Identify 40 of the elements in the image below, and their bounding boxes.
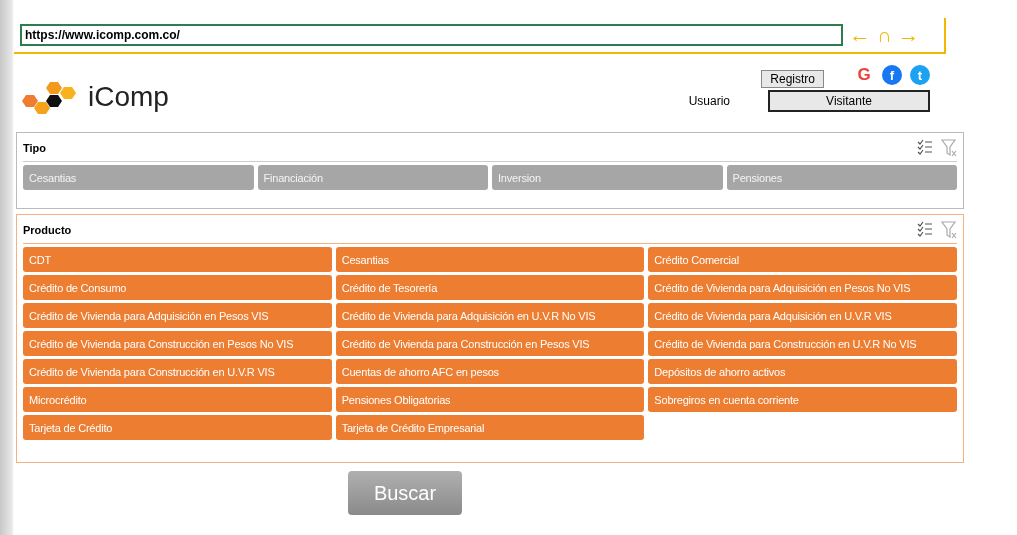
back-arrow-icon[interactable]: ←	[849, 24, 871, 46]
slicer-item[interactable]: Tarjeta de Crédito	[23, 415, 332, 440]
multi-select-icon[interactable]	[917, 221, 933, 237]
slicer-item[interactable]: Crédito de Vivienda para Construcción en Pesos VIS	[335, 331, 645, 356]
home-icon[interactable]: ∩	[877, 25, 892, 45]
slicer-item[interactable]: Cesantias	[23, 165, 254, 190]
slicer-item[interactable]: Pensiones	[726, 165, 957, 190]
slicer-item[interactable]: Crédito Comercial	[648, 247, 957, 272]
slicer-item[interactable]: Depósitos de ahorro activos	[648, 359, 957, 384]
slicer-item[interactable]: Crédito de Tesorería	[335, 275, 645, 300]
register-button[interactable]: Registro	[761, 70, 824, 88]
f-letter-icon[interactable]: f	[882, 65, 902, 85]
user-label: Usuario	[688, 94, 730, 108]
brand-name: iComp	[88, 81, 169, 113]
slicer-item[interactable]: Crédito de Vivienda para Construcción en U.V.R No VIS	[648, 331, 957, 356]
slicer-item[interactable]: Sobregiros en cuenta corriente	[648, 387, 957, 412]
slicer-item[interactable]: Microcrédito	[23, 387, 332, 412]
search-button[interactable]: Buscar	[348, 471, 462, 515]
url-field[interactable]: https://www.icomp.com.co/	[20, 24, 843, 46]
slicer-item[interactable]: Crédito de Vivienda para Adquisición en U.V.R No VIS	[335, 303, 645, 328]
slicer-item[interactable]: Crédito de Vivienda para Adquisición en U.V.R VIS	[648, 303, 957, 328]
slicer-title: Tipo	[23, 142, 46, 154]
user-field: Visitante	[768, 90, 930, 112]
slicer-item[interactable]: Pensiones Obligatorias	[335, 387, 645, 412]
g-letter-icon[interactable]: G	[854, 65, 874, 85]
slicer-item[interactable]: Crédito de Vivienda para Adquisición en Pesos No VIS	[648, 275, 957, 300]
slicer-item[interactable]: Financiación	[257, 165, 488, 190]
slicer-item[interactable]: Crédito de Vivienda para Construcción en U.V.R VIS	[23, 359, 332, 384]
slicer-item[interactable]: Crédito de Consumo	[23, 275, 332, 300]
slicer-item[interactable]: Tarjeta de Crédito Empresarial	[335, 415, 645, 440]
slicer-item[interactable]: CDT	[23, 247, 332, 272]
slicer-title: Producto	[23, 224, 72, 236]
slicer-item[interactable]: Cesantias	[335, 247, 645, 272]
slicer-item[interactable]: Crédito de Vivienda para Construcción en Pesos No VIS	[23, 331, 332, 356]
forward-arrow-icon[interactable]: →	[897, 24, 920, 46]
slicer-item[interactable]: Cuentas de ahorro AFC en pesos	[335, 359, 645, 384]
bird-icon[interactable]: t	[910, 65, 930, 85]
multi-select-icon[interactable]	[917, 139, 933, 155]
slicer-item[interactable]: Inversion	[492, 165, 723, 190]
slicer-item[interactable]: Crédito de Vivienda para Adquisición en Pesos VIS	[23, 303, 332, 328]
